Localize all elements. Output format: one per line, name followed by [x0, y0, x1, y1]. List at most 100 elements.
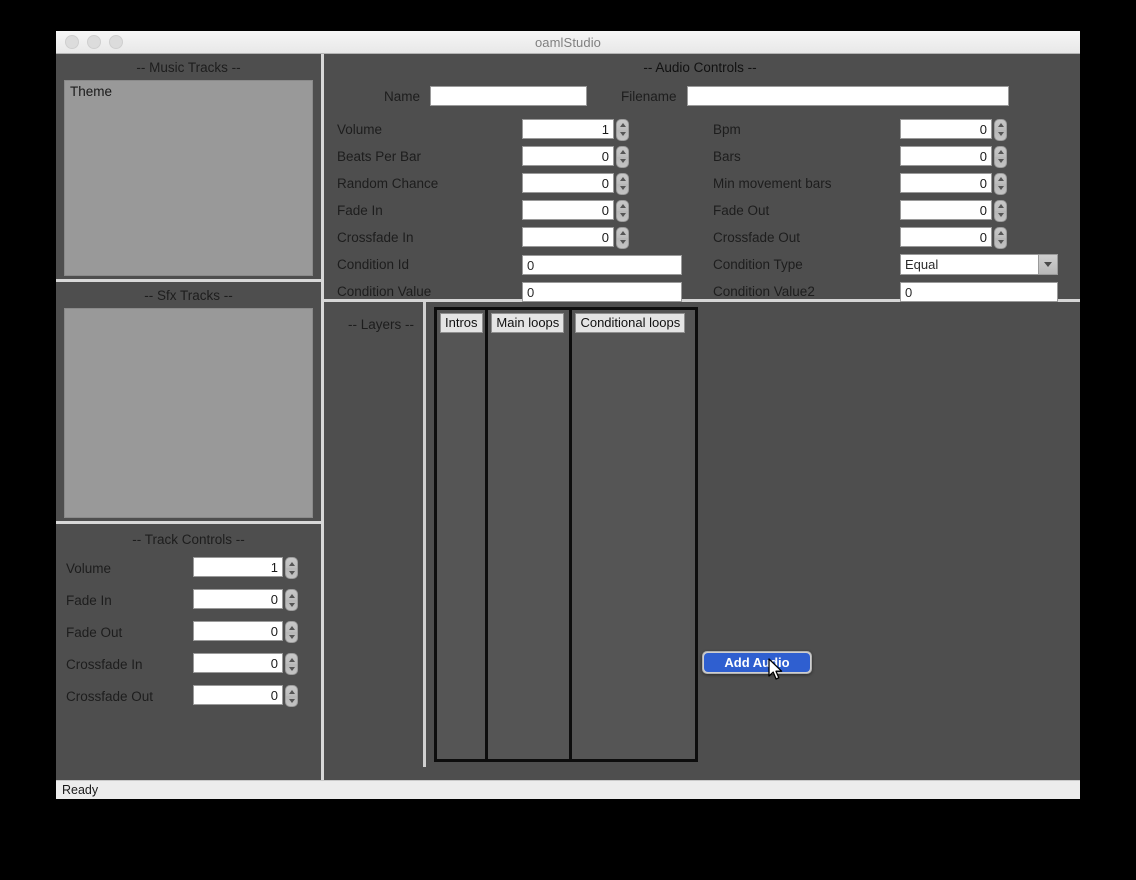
stepper-buttons[interactable]: [285, 557, 298, 579]
stepper-buttons[interactable]: [616, 118, 629, 141]
layer-column-intros[interactable]: Intros: [437, 310, 489, 759]
stepper-buttons[interactable]: [994, 172, 1007, 195]
layer-column-conditional-loops[interactable]: Conditional loops: [572, 310, 695, 759]
layer-column-main-loops[interactable]: Main loops: [488, 310, 573, 759]
audio-label-beats-per-bar: Beats Per Bar: [337, 149, 422, 164]
minimize-button[interactable]: [87, 35, 101, 49]
chevron-down-icon[interactable]: [288, 634, 295, 639]
track-fade-in-field[interactable]: 0: [193, 589, 283, 609]
chevron-down-icon[interactable]: [288, 666, 295, 671]
chevron-down-icon[interactable]: [619, 240, 626, 244]
context-menu-item-add-audio[interactable]: Add Audio: [704, 653, 810, 672]
list-item[interactable]: Theme: [65, 81, 312, 100]
stepper-buttons[interactable]: [616, 199, 629, 222]
random-chance-field[interactable]: 0: [522, 172, 614, 193]
chevron-down-icon[interactable]: [997, 213, 1004, 217]
splitter-layers[interactable]: [423, 302, 426, 767]
random-chance-stepper[interactable]: 0: [522, 172, 629, 195]
chevron-down-icon[interactable]: [997, 240, 1004, 244]
crossfade-in-stepper[interactable]: 0: [522, 226, 629, 249]
crossfade-in-field[interactable]: 0: [522, 226, 614, 247]
chevron-up-icon[interactable]: [288, 625, 295, 630]
chevron-down-icon[interactable]: [997, 159, 1004, 163]
min-movement-bars-stepper[interactable]: 0: [900, 172, 1007, 195]
maximize-button[interactable]: [109, 35, 123, 49]
music-tracks-list[interactable]: Theme: [64, 80, 313, 276]
chevron-down-icon[interactable]: [619, 159, 626, 163]
chevron-down-icon[interactable]: [997, 186, 1004, 190]
chevron-up-icon[interactable]: [619, 231, 626, 235]
chevron-up-icon[interactable]: [997, 204, 1004, 208]
chevron-up-icon[interactable]: [288, 593, 295, 598]
beats-per-bar-stepper[interactable]: 0: [522, 145, 629, 168]
fade-out-stepper[interactable]: 0: [900, 199, 1007, 222]
stepper-buttons[interactable]: [994, 118, 1007, 141]
stepper-buttons[interactable]: [616, 145, 629, 168]
track-crossfade-out-stepper[interactable]: 0: [193, 685, 298, 707]
audio-field-min-movement-bars: Min movement bars 0: [699, 172, 1007, 195]
condition-type-select[interactable]: Equal: [900, 254, 1058, 275]
track-crossfade-in-field[interactable]: 0: [193, 653, 283, 673]
chevron-up-icon[interactable]: [997, 150, 1004, 154]
volume-stepper[interactable]: 1: [522, 118, 629, 141]
audio-controls-grid: Volume 1 Bpm 0 Beats Per Bar 0 Bars 0 Ra…: [324, 116, 1080, 305]
stepper-buttons[interactable]: [285, 653, 298, 675]
chevron-down-icon[interactable]: [619, 132, 626, 136]
crossfade-out-stepper[interactable]: 0: [900, 226, 1007, 249]
fade-in-field[interactable]: 0: [522, 199, 614, 220]
chevron-up-icon[interactable]: [997, 123, 1004, 127]
fade-in-stepper[interactable]: 0: [522, 199, 629, 222]
stepper-buttons[interactable]: [616, 226, 629, 249]
chevron-up-icon[interactable]: [997, 231, 1004, 235]
stepper-buttons[interactable]: [285, 685, 298, 707]
track-fade-out-stepper[interactable]: 0: [193, 621, 298, 643]
chevron-up-icon[interactable]: [288, 689, 295, 694]
layer-tab-conditional-loops[interactable]: Conditional loops: [575, 313, 686, 333]
sfx-tracks-list[interactable]: [64, 308, 313, 518]
chevron-up-icon[interactable]: [619, 123, 626, 127]
chevron-up-icon[interactable]: [619, 204, 626, 208]
crossfade-out-field[interactable]: 0: [900, 226, 992, 247]
context-menu[interactable]: Add Audio: [702, 651, 812, 674]
bars-stepper[interactable]: 0: [900, 145, 1007, 168]
chevron-up-icon[interactable]: [288, 561, 295, 566]
chevron-down-icon[interactable]: [288, 602, 295, 607]
chevron-down-icon[interactable]: [997, 132, 1004, 136]
chevron-down-icon[interactable]: [619, 186, 626, 190]
track-crossfade-out-field[interactable]: 0: [193, 685, 283, 705]
name-input[interactable]: [430, 86, 588, 106]
stepper-buttons[interactable]: [285, 621, 298, 643]
beats-per-bar-field[interactable]: 0: [522, 145, 614, 166]
condition-value2-input[interactable]: 0: [900, 281, 1058, 302]
chevron-up-icon[interactable]: [619, 177, 626, 181]
chevron-up-icon[interactable]: [288, 657, 295, 662]
condition-id-input[interactable]: 0: [522, 254, 682, 275]
condition-value-input[interactable]: 0: [522, 281, 682, 302]
stepper-buttons[interactable]: [994, 226, 1007, 249]
fade-out-field[interactable]: 0: [900, 199, 992, 220]
chevron-up-icon[interactable]: [997, 177, 1004, 181]
bpm-field[interactable]: 0: [900, 118, 992, 139]
chevron-up-icon[interactable]: [619, 150, 626, 154]
close-button[interactable]: [65, 35, 79, 49]
stepper-buttons[interactable]: [285, 589, 298, 611]
layer-tab-main-loops[interactable]: Main loops: [491, 313, 565, 333]
track-volume-field[interactable]: 1: [193, 557, 283, 577]
stepper-buttons[interactable]: [994, 199, 1007, 222]
stepper-buttons[interactable]: [616, 172, 629, 195]
min-movement-bars-field[interactable]: 0: [900, 172, 992, 193]
chevron-down-icon[interactable]: [288, 570, 295, 575]
chevron-down-icon[interactable]: [1038, 255, 1057, 274]
volume-field[interactable]: 1: [522, 118, 614, 139]
bpm-stepper[interactable]: 0: [900, 118, 1007, 141]
track-fade-in-stepper[interactable]: 0: [193, 589, 298, 611]
stepper-buttons[interactable]: [994, 145, 1007, 168]
chevron-down-icon[interactable]: [288, 698, 295, 703]
bars-field[interactable]: 0: [900, 145, 992, 166]
track-crossfade-in-stepper[interactable]: 0: [193, 653, 298, 675]
chevron-down-icon[interactable]: [619, 213, 626, 217]
filename-input[interactable]: [686, 86, 1009, 106]
layer-tab-intros[interactable]: Intros: [440, 313, 483, 333]
track-volume-stepper[interactable]: 1: [193, 557, 298, 579]
track-fade-out-field[interactable]: 0: [193, 621, 283, 641]
